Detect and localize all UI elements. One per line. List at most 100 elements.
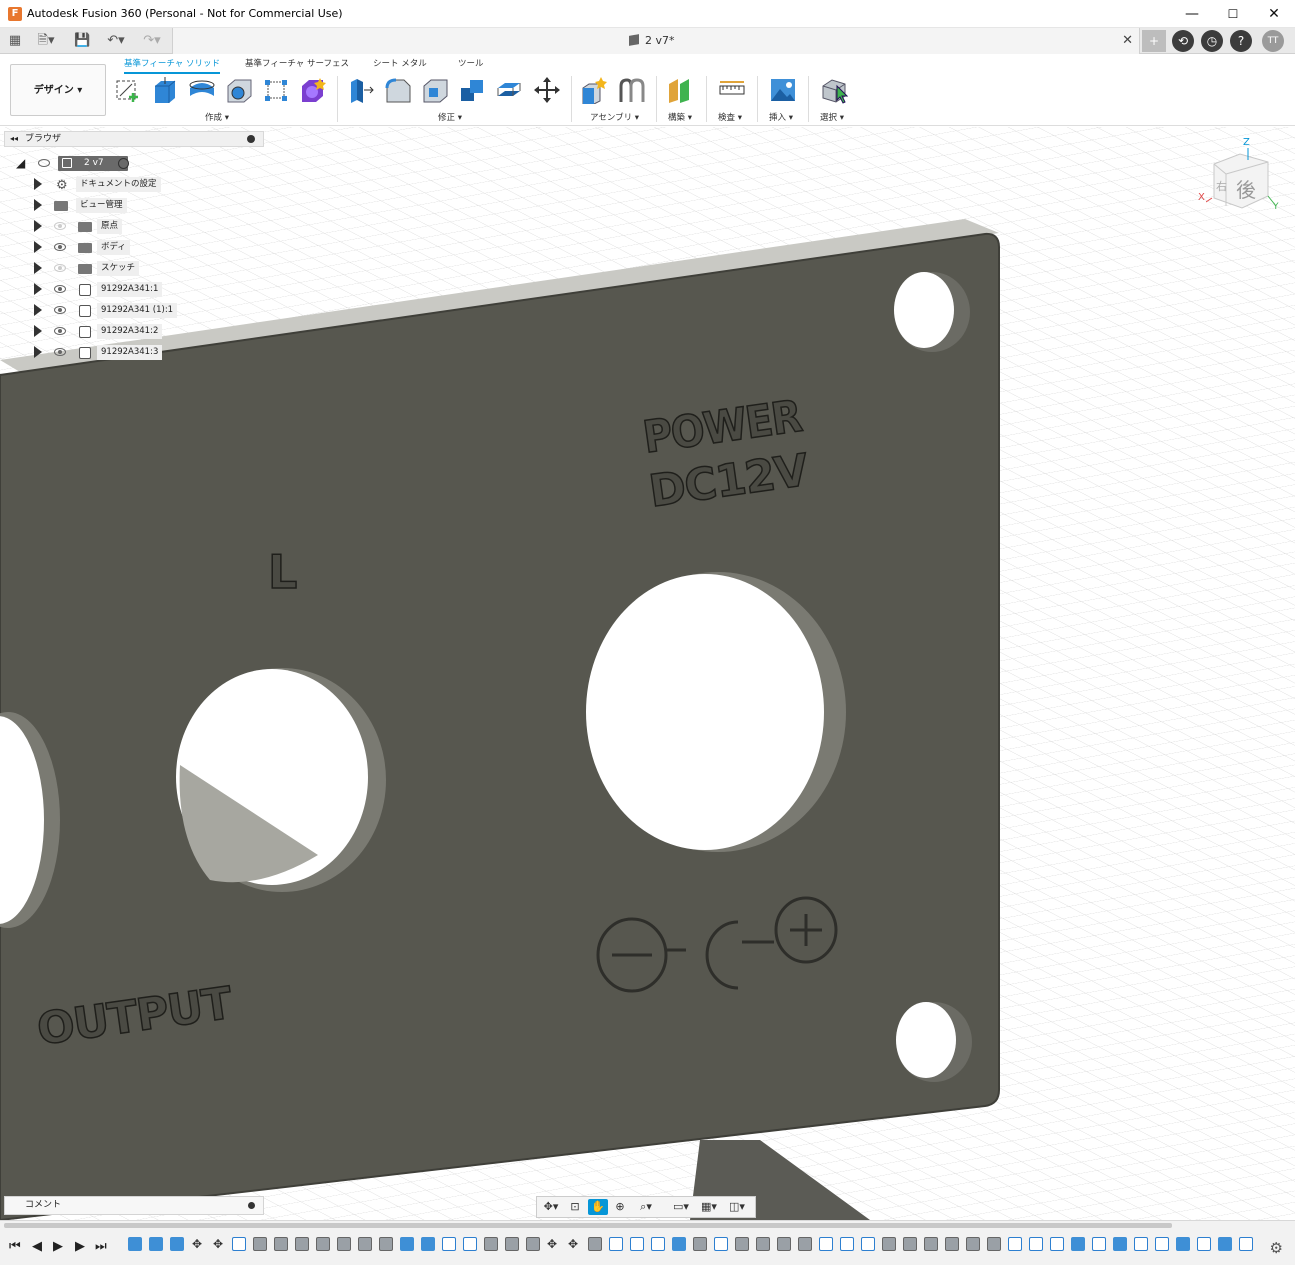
- browser-item-component[interactable]: 91292A341:2: [4, 323, 204, 340]
- timeline-feature-icon[interactable]: [945, 1237, 959, 1251]
- expand-root-icon[interactable]: ◢: [16, 156, 25, 170]
- timeline-sketch-icon[interactable]: [1029, 1237, 1043, 1251]
- extrude-icon[interactable]: [151, 76, 179, 104]
- expand-arrow-icon[interactable]: [34, 325, 43, 337]
- offset-plane-icon[interactable]: [666, 76, 694, 104]
- tab-solid[interactable]: 基準フィーチャ ソリッド: [124, 57, 220, 74]
- visibility-eye-off-icon[interactable]: [54, 264, 66, 272]
- viewports-icon[interactable]: ◫▾: [725, 1199, 749, 1215]
- timeline-sketch-icon[interactable]: [1050, 1237, 1064, 1251]
- timeline-feature-icon[interactable]: [1218, 1237, 1232, 1251]
- timeline-feature-icon[interactable]: [170, 1237, 184, 1251]
- timeline-sketch-icon[interactable]: [630, 1237, 644, 1251]
- select-menu[interactable]: 選択 ▾: [820, 111, 844, 123]
- viewcube-face-right[interactable]: 右: [1216, 178, 1227, 194]
- extensions-icon[interactable]: ⟲: [1172, 30, 1194, 52]
- timeline-sketch-icon[interactable]: [1092, 1237, 1106, 1251]
- timeline-sketch-icon[interactable]: [609, 1237, 623, 1251]
- browser-pin-icon[interactable]: [247, 135, 255, 143]
- close-button[interactable]: ✕: [1254, 0, 1294, 28]
- timeline-sketch-icon[interactable]: [232, 1237, 246, 1251]
- insert-menu[interactable]: 挿入 ▾: [769, 111, 793, 123]
- new-tab-button[interactable]: +: [1142, 30, 1166, 52]
- timeline-feature-icon[interactable]: [1176, 1237, 1190, 1251]
- undo-icon[interactable]: ↶▾: [102, 32, 130, 50]
- timeline-move-icon[interactable]: ✥: [545, 1237, 559, 1251]
- timeline-sketch-icon[interactable]: [714, 1237, 728, 1251]
- timeline-joint-icon[interactable]: [400, 1237, 414, 1251]
- timeline-feature-icon[interactable]: [337, 1237, 351, 1251]
- timeline-next-icon[interactable]: ▶: [75, 1239, 85, 1254]
- timeline-sketch-icon[interactable]: [840, 1237, 854, 1251]
- timeline-feature-icon[interactable]: [672, 1237, 686, 1251]
- combine-icon[interactable]: [458, 76, 486, 104]
- create-sketch-icon[interactable]: [114, 76, 142, 104]
- comments-pin-icon[interactable]: [248, 1202, 255, 1209]
- timeline-feature-icon[interactable]: [358, 1237, 372, 1251]
- timeline-prev-icon[interactable]: ◀: [32, 1239, 42, 1254]
- timeline-sketch-icon[interactable]: [1134, 1237, 1148, 1251]
- expand-arrow-icon[interactable]: [34, 346, 43, 358]
- timeline-play-icon[interactable]: ▶: [53, 1239, 63, 1254]
- timeline-feature-icon[interactable]: [966, 1237, 980, 1251]
- timeline-feature-icon[interactable]: [505, 1237, 519, 1251]
- tab-surface[interactable]: 基準フィーチャ サーフェス: [245, 57, 349, 69]
- shell-icon[interactable]: [421, 76, 449, 104]
- fillet-icon[interactable]: [384, 76, 412, 104]
- timeline-feature-icon[interactable]: [735, 1237, 749, 1251]
- revolve-icon[interactable]: [188, 76, 216, 104]
- file-menu-icon[interactable]: 🗎▾: [35, 32, 57, 50]
- timeline-feature-icon[interactable]: [882, 1237, 896, 1251]
- orbit-icon[interactable]: ✥▾: [539, 1199, 563, 1215]
- timeline-sketch-icon[interactable]: [861, 1237, 875, 1251]
- construct-menu[interactable]: 構築 ▾: [668, 111, 692, 123]
- fit-icon[interactable]: ⌕▾: [633, 1199, 659, 1215]
- timeline-feature-icon[interactable]: [484, 1237, 498, 1251]
- modify-menu[interactable]: 修正 ▾: [438, 111, 462, 123]
- document-tab[interactable]: 2 v7* ✕: [172, 28, 1140, 54]
- timeline-pattern-icon[interactable]: [442, 1237, 456, 1251]
- timeline-sketch-icon[interactable]: [1155, 1237, 1169, 1251]
- timeline-feature-icon[interactable]: [274, 1237, 288, 1251]
- display-settings-icon[interactable]: ▭▾: [669, 1199, 693, 1215]
- browser-item-origin[interactable]: 原点: [4, 218, 204, 235]
- expand-arrow-icon[interactable]: [34, 220, 43, 232]
- activate-radio-icon[interactable]: [118, 158, 129, 169]
- visibility-eye-icon[interactable]: [54, 306, 66, 314]
- timeline-move-icon[interactable]: ✥: [211, 1237, 225, 1251]
- grid-settings-icon[interactable]: ▦▾: [697, 1199, 721, 1215]
- timeline-sketch-icon[interactable]: [1197, 1237, 1211, 1251]
- save-icon[interactable]: 💾: [74, 32, 90, 50]
- timeline-feature-icon[interactable]: [903, 1237, 917, 1251]
- browser-header[interactable]: ◂◂ ブラウザ: [4, 131, 264, 147]
- timeline-sketch-icon[interactable]: [1239, 1237, 1253, 1251]
- timeline-feature-icon[interactable]: [295, 1237, 309, 1251]
- select-icon[interactable]: [820, 76, 848, 104]
- browser-item-named-views[interactable]: ビュー管理: [4, 197, 204, 214]
- zoom-icon[interactable]: ⊕: [610, 1199, 630, 1215]
- maximize-button[interactable]: ☐: [1213, 0, 1253, 28]
- timeline-joint-icon[interactable]: [421, 1237, 435, 1251]
- timeline-feature-icon[interactable]: [924, 1237, 938, 1251]
- timeline-feature-icon[interactable]: [526, 1237, 540, 1251]
- browser-item-component[interactable]: 91292A341:3: [4, 344, 204, 361]
- timeline-scrollbar[interactable]: [4, 1223, 1172, 1228]
- create-menu[interactable]: 作成 ▾: [205, 111, 229, 123]
- expand-arrow-icon[interactable]: [34, 178, 43, 190]
- timeline-feature-icon[interactable]: [149, 1237, 163, 1251]
- timeline-feature-icon[interactable]: [798, 1237, 812, 1251]
- app-grid-icon[interactable]: ▦: [7, 32, 23, 50]
- job-status-icon[interactable]: ◷: [1201, 30, 1223, 52]
- browser-item-component[interactable]: 91292A341:1: [4, 281, 204, 298]
- minimize-button[interactable]: —: [1172, 0, 1212, 28]
- visibility-eye-icon[interactable]: [54, 348, 66, 356]
- expand-arrow-icon[interactable]: [34, 241, 43, 253]
- user-avatar[interactable]: TT: [1262, 30, 1284, 52]
- timeline-sketch-icon[interactable]: [1008, 1237, 1022, 1251]
- timeline-feature-icon[interactable]: [777, 1237, 791, 1251]
- browser-item-component[interactable]: 91292A341 (1):1: [4, 302, 204, 319]
- viewcube[interactable]: 後 右 Z X Y: [1198, 137, 1282, 218]
- visibility-eye-icon[interactable]: [54, 243, 66, 251]
- press-pull-icon[interactable]: [347, 76, 375, 104]
- timeline-feature-icon[interactable]: [1071, 1237, 1085, 1251]
